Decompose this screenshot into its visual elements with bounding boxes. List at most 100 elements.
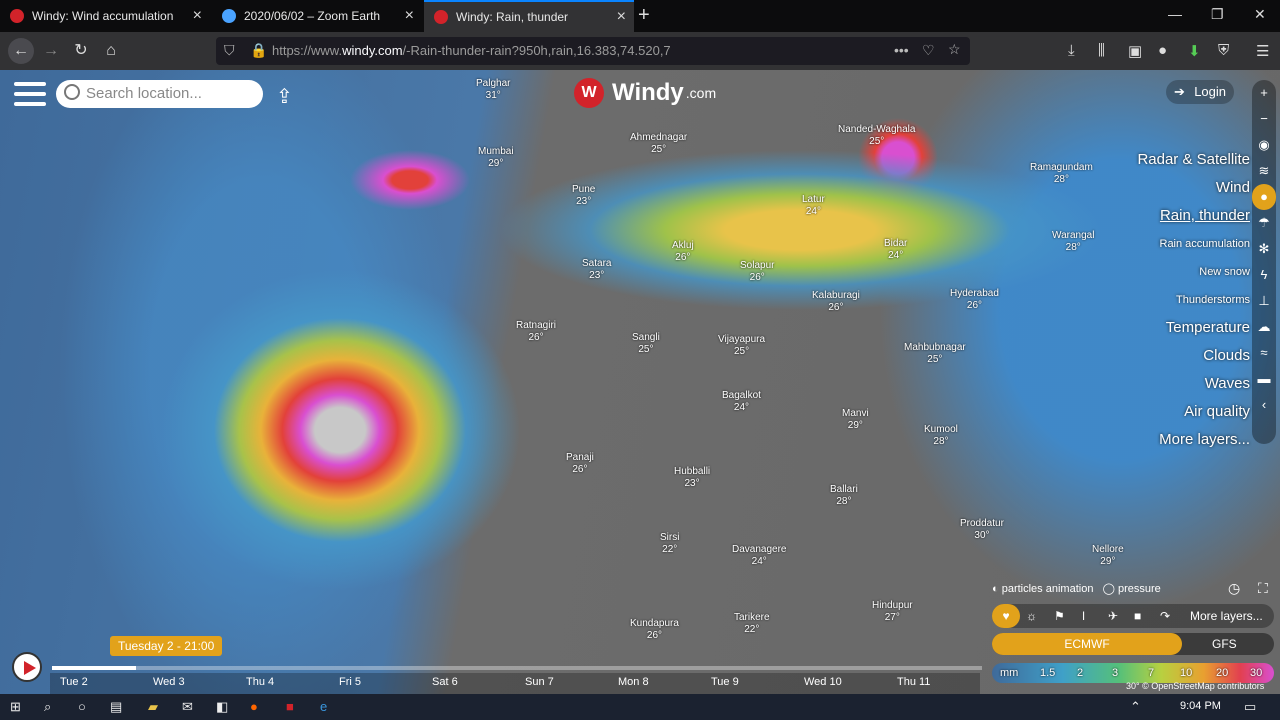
close-tab-icon[interactable]: × (617, 8, 626, 26)
weather-map[interactable]: Palghar 31° Mumbai 29° Ahmednagar 25° Pune 23° S… (0, 70, 1280, 694)
pocket-icon[interactable]: ♡ (922, 42, 935, 59)
layer-new-snow[interactable]: New snow (1137, 258, 1250, 286)
wind-icon[interactable]: ≋ (1252, 158, 1276, 184)
new-tab-button[interactable]: + (638, 4, 650, 27)
maximize-button[interactable]: ❐ (1211, 6, 1224, 23)
waves-icon[interactable]: ≈ (1252, 340, 1276, 366)
layer-radar-satellite[interactable]: Radar & Satellite (1137, 146, 1250, 174)
pressure-toggle[interactable]: pressure (1118, 583, 1161, 595)
mail-icon[interactable]: ✉ (182, 699, 193, 715)
more-layers-link[interactable]: More layers... (1190, 604, 1263, 628)
rain-accumulation-icon[interactable]: ☂ (1252, 210, 1276, 236)
city-label[interactable]: Ahmednagar 25° (630, 132, 687, 156)
timeline-day[interactable]: Tue 9 (711, 676, 739, 688)
city-label[interactable]: Bagalkot 24° (722, 390, 761, 414)
city-label[interactable]: Nanded-Waghala 25° (838, 124, 915, 148)
layer-clouds[interactable]: Clouds (1137, 342, 1250, 370)
city-label[interactable]: Mumbai 29° (478, 146, 514, 170)
city-label[interactable]: Manvi 29° (842, 408, 869, 432)
wind-gust-icon[interactable]: ↷ (1160, 604, 1170, 628)
rain-drop-icon[interactable]: ● (1252, 184, 1276, 210)
city-label[interactable]: Solapur 26° (740, 260, 774, 284)
clock-icon[interactable]: ◷ (1228, 580, 1240, 597)
timeline-day[interactable]: Tue 2 (60, 676, 88, 688)
system-tray-icon[interactable]: ⌃ (1130, 699, 1141, 715)
thunder-icon[interactable]: ϟ (1252, 262, 1276, 288)
timeline-days[interactable]: Tue 2 Wed 3 Thu 4 Fri 5 Sat 6 Sun 7 Mon 8 Tue 9… (50, 673, 980, 694)
hamburger-menu-icon[interactable] (14, 82, 46, 106)
shield-icon[interactable]: ⛉ (224, 42, 235, 59)
store-icon[interactable]: ◧ (216, 699, 228, 715)
thermometer-icon[interactable]: ⊥ (1252, 288, 1276, 314)
satellite-icon[interactable]: ◉ (1252, 132, 1276, 158)
library-icon[interactable]: ⫼ (1098, 42, 1105, 59)
taskbar-clock[interactable]: 9:04 PM (1180, 700, 1221, 712)
share-icon[interactable]: ⇪ (276, 84, 293, 109)
firefox-icon[interactable]: ● (250, 699, 258, 714)
city-label[interactable]: Vijayapura 25° (718, 334, 765, 358)
timeline-day[interactable]: Mon 8 (618, 676, 649, 688)
account-icon[interactable]: ● (1158, 42, 1167, 59)
start-icon[interactable]: ⊞ (10, 699, 21, 715)
city-label[interactable]: Palghar 31° (476, 78, 510, 102)
attribution[interactable]: 30° © OpenStreetMap contributors (1126, 681, 1264, 691)
sidebar-icon[interactable]: ▣ (1128, 42, 1142, 60)
city-label[interactable]: Satara 23° (582, 258, 611, 282)
tab-wind-accumulation[interactable]: Windy: Wind accumulation × (0, 0, 210, 32)
home-button[interactable]: ⌂ (100, 40, 122, 62)
bookmark-star-icon[interactable]: ☆ (948, 41, 961, 58)
close-tab-icon[interactable]: × (405, 7, 414, 25)
timeline-progress[interactable] (52, 666, 136, 670)
temperature-icon[interactable]: ǀ (1082, 604, 1085, 628)
layer-thunderstorms[interactable]: Thunderstorms (1137, 286, 1250, 314)
close-tab-icon[interactable]: × (193, 7, 202, 25)
flag-icon[interactable]: ⚑ (1054, 604, 1065, 628)
downloads-icon[interactable]: ⤓ (1068, 42, 1075, 59)
pressure-toggle-icon[interactable]: ◯ (1103, 583, 1115, 595)
favorites-heart-icon[interactable]: ♥ (992, 604, 1020, 628)
city-label[interactable]: Pune 23° (572, 184, 595, 208)
edge-icon[interactable]: e (320, 699, 327, 714)
search-icon[interactable]: ⌕ (44, 699, 51, 715)
city-label[interactable]: Latur 24° (802, 194, 825, 218)
city-label[interactable]: Proddatur 30° (960, 518, 1004, 542)
timeline-day[interactable]: Wed 3 (153, 676, 185, 688)
tab-zoom-earth[interactable]: 2020/06/02 – Zoom Earth × (212, 0, 422, 32)
cloud-icon[interactable]: ☁ (1252, 314, 1276, 340)
shield-extension-icon[interactable]: ⛨ (1218, 42, 1229, 59)
particles-animation-toggle[interactable]: particles animation (1002, 583, 1094, 595)
city-label[interactable]: Mahbubnagar 25° (904, 342, 966, 366)
city-label[interactable]: Ramagundam 28° (1030, 162, 1093, 186)
minimize-button[interactable]: — (1168, 6, 1182, 22)
airport-icon[interactable]: ✈ (1108, 604, 1118, 628)
layer-waves[interactable]: Waves (1137, 370, 1250, 398)
cortana-icon[interactable]: ○ (78, 699, 86, 714)
car-icon[interactable]: ▬ (1252, 366, 1276, 392)
model-ecmwf[interactable]: ECMWF (992, 633, 1182, 655)
zoom-in-icon[interactable]: + (1252, 80, 1276, 106)
model-gfs[interactable]: GFS (1212, 633, 1237, 655)
city-label[interactable]: Tarikere 22° (734, 612, 770, 636)
back-button[interactable]: ← (8, 38, 34, 64)
city-label[interactable]: Warangal 28° (1052, 230, 1094, 254)
play-button[interactable] (12, 652, 42, 682)
app-icon[interactable]: ■ (286, 699, 294, 714)
city-label[interactable]: Panaji 26° (566, 452, 594, 476)
snowflake-icon[interactable]: ✻ (1252, 236, 1276, 262)
timeline-day[interactable]: Thu 11 (897, 676, 930, 688)
extension-icon[interactable]: ⬇ (1188, 42, 1201, 60)
timeline-day[interactable]: Fri 5 (339, 676, 361, 688)
address-bar[interactable]: https://www.windy.com/-Rain-thunder-rain… (216, 37, 970, 65)
layer-temperature[interactable]: Temperature (1137, 314, 1250, 342)
fullscreen-icon[interactable]: ⛶ (1258, 580, 1268, 597)
window-close-button[interactable]: ✕ (1254, 6, 1266, 23)
city-label[interactable]: Akluj 26° (672, 240, 694, 264)
layer-air-quality[interactable]: Air quality (1137, 398, 1250, 426)
timeline-track[interactable] (52, 666, 982, 670)
tab-rain-thunder[interactable]: Windy: Rain, thunder × (424, 0, 634, 32)
layer-rain-accumulation[interactable]: Rain accumulation (1137, 230, 1251, 258)
city-label[interactable]: Kumool 28° (924, 424, 958, 448)
file-explorer-icon[interactable]: ▰ (148, 699, 158, 715)
timeline-day[interactable]: Wed 10 (804, 676, 842, 688)
zoom-out-icon[interactable]: − (1252, 106, 1276, 132)
